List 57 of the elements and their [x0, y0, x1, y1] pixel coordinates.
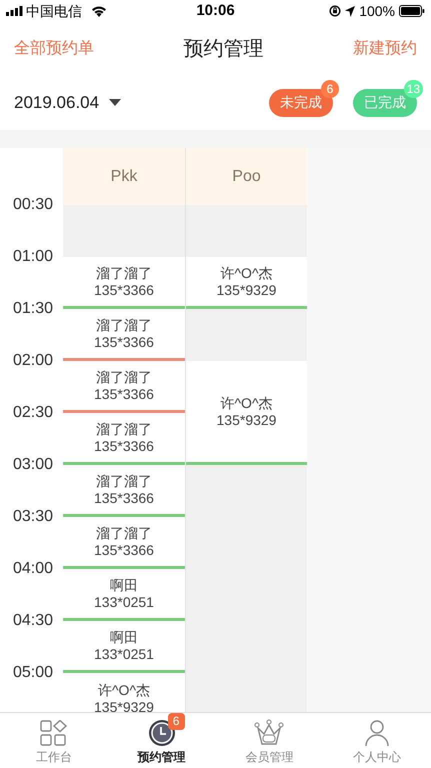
client-name: 许^O^杰: [220, 394, 273, 412]
client-name: 溜了溜了: [96, 316, 152, 334]
battery-icon: [399, 5, 425, 17]
client-name: 溜了溜了: [96, 420, 152, 438]
time-label: 03:00: [12, 455, 54, 475]
client-phone: 135*9329: [94, 699, 154, 712]
all-bookings-link[interactable]: 全部预约单: [14, 36, 94, 60]
time-label: 02:30: [12, 403, 54, 423]
tab-item[interactable]: 6 预约管理: [108, 713, 216, 768]
person-icon: [363, 719, 392, 747]
client-name: 啊田: [110, 576, 138, 594]
column-header: Poo: [186, 148, 307, 205]
page-title: 预约管理: [184, 36, 264, 62]
time-label: 04:30: [12, 611, 54, 631]
caret-icon: [109, 98, 122, 106]
time-label: 04:00: [12, 559, 54, 579]
time-label: 02:00: [12, 351, 54, 371]
carrier-name: 中国电信: [26, 2, 82, 20]
client-name: 溜了溜了: [96, 524, 152, 542]
client-phone: 135*3366: [94, 386, 154, 402]
count-badge: 13: [404, 80, 423, 98]
tab-item[interactable]: 会员管理: [216, 713, 324, 768]
new-booking-link[interactable]: 新建预约: [353, 36, 417, 60]
rotation-lock-icon: [329, 5, 342, 17]
signal-icon: [6, 6, 23, 16]
client-phone: 135*3366: [94, 438, 154, 454]
client-name: 许^O^杰: [98, 682, 150, 699]
time-label: 00:30: [12, 195, 54, 215]
client-phone: 133*0251: [94, 646, 154, 662]
clock-time: 10:06: [195, 0, 236, 21]
client-phone: 135*3366: [94, 334, 154, 350]
time-label: 01:00: [12, 247, 54, 267]
client-name: 溜了溜了: [96, 472, 152, 490]
time-label: 05:00: [12, 663, 54, 683]
client-name: 啊田: [110, 628, 138, 646]
count-badge: 6: [321, 80, 339, 98]
column-header: Pkk: [63, 148, 185, 205]
battery-percent: 100%: [359, 2, 395, 20]
time-label: 03:30: [12, 507, 54, 527]
client-phone: 135*9329: [216, 412, 276, 428]
client-phone: 135*3366: [94, 542, 154, 558]
tab-item[interactable]: 个人中心: [323, 713, 431, 768]
client-phone: 135*3366: [94, 282, 154, 298]
location-arrow-icon: [345, 6, 356, 16]
client-name: 许^O^杰: [220, 264, 273, 282]
client-name: 溜了溜了: [96, 368, 152, 386]
client-phone: 135*3366: [94, 490, 154, 506]
client-phone: 133*0251: [94, 594, 154, 610]
time-label: 01:30: [12, 299, 54, 319]
tab-item[interactable]: 工作台: [0, 713, 108, 768]
date-picker[interactable]: 2019.06.04: [14, 90, 122, 116]
client-name: 溜了溜了: [96, 264, 152, 282]
wifi-icon: [91, 5, 107, 17]
client-phone: 135*9329: [216, 282, 276, 298]
count-badge: 6: [168, 713, 185, 730]
grid-icon: [40, 720, 68, 746]
crown-icon: [254, 719, 284, 747]
